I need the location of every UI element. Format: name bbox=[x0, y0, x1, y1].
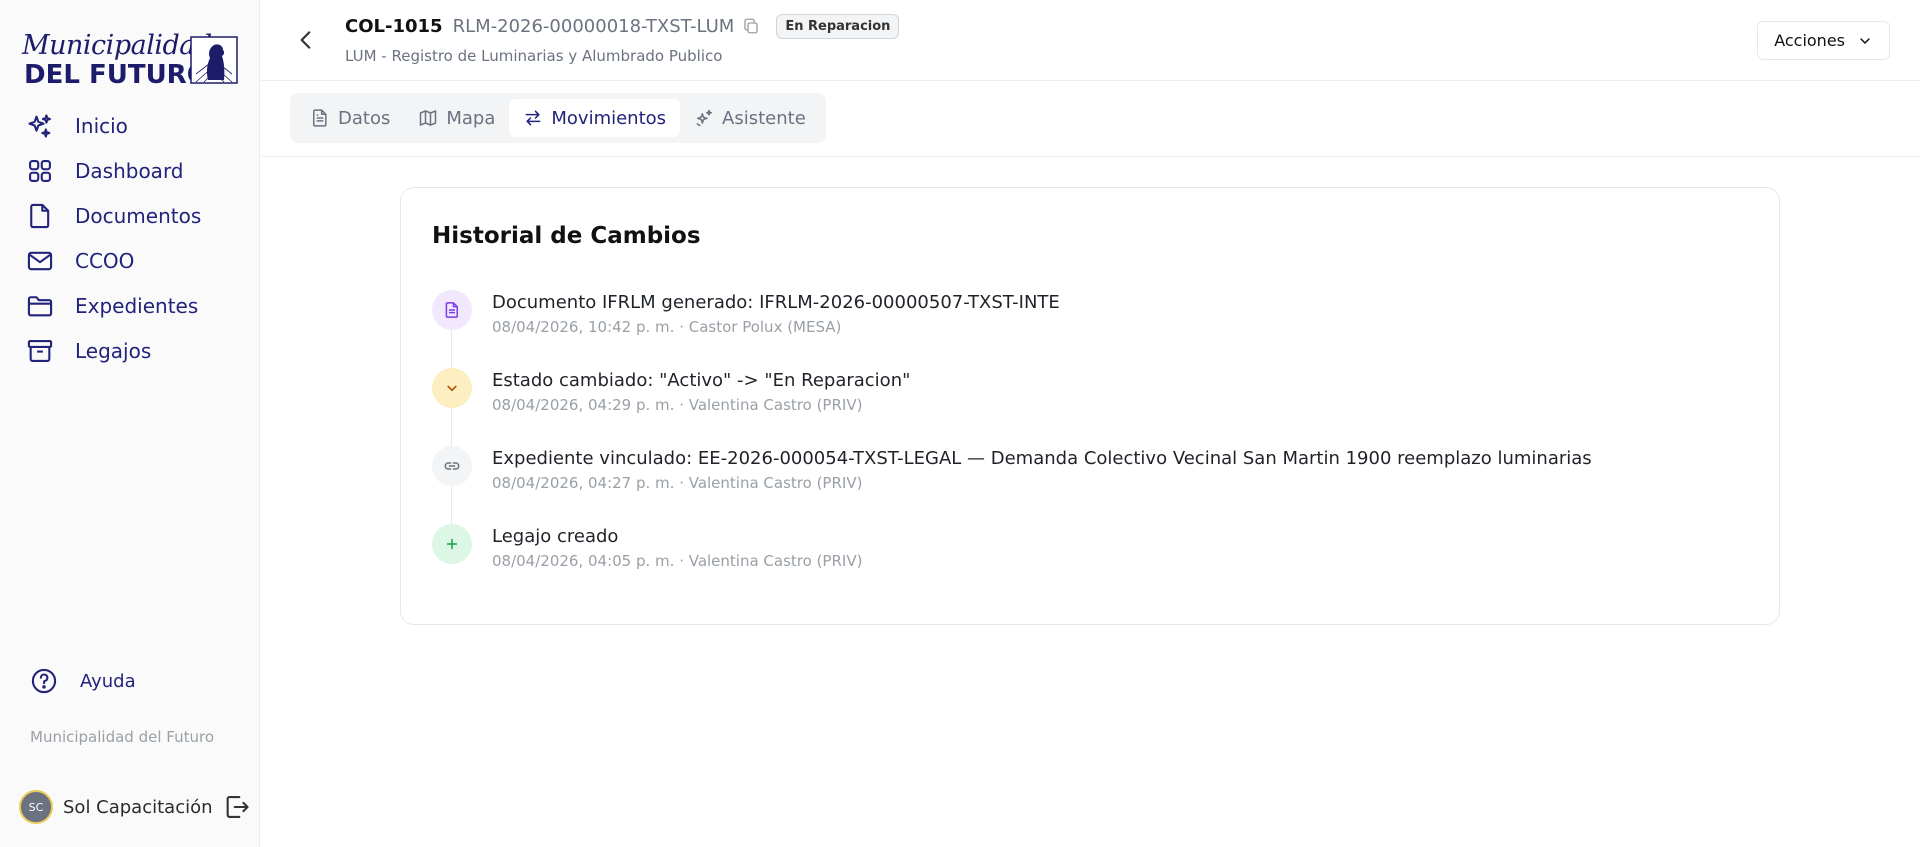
event-title: Legajo creado bbox=[492, 526, 619, 547]
tab-label: Mapa bbox=[446, 107, 496, 129]
logo-script-text: Municipalidad bbox=[22, 30, 212, 61]
event-meta: 08/04/2026, 10:42 p. m. · Castor Polux (… bbox=[492, 318, 842, 336]
chevron-down-icon bbox=[447, 385, 457, 392]
sidebar-nav: Inicio Dashboard Documentos CCOO Expedie… bbox=[0, 103, 260, 373]
tab-label: Asistente bbox=[722, 107, 806, 129]
chevron-down-icon bbox=[1860, 37, 1870, 44]
user-profile: SC Sol Capacitación bbox=[19, 790, 251, 824]
event-dot bbox=[432, 446, 472, 486]
tab-mapa[interactable]: Mapa bbox=[404, 99, 509, 137]
sidebar-item-legajos[interactable]: Legajos bbox=[0, 328, 260, 373]
sidebar-item-label: Dashboard bbox=[75, 158, 184, 183]
event-title: Estado cambiado: "Activo" -> "En Reparac… bbox=[492, 370, 911, 391]
actions-dropdown-button[interactable]: Acciones bbox=[1757, 21, 1890, 60]
sidebar-item-documentos[interactable]: Documentos bbox=[0, 193, 260, 238]
tab-asistente[interactable]: Asistente bbox=[680, 99, 820, 137]
archive-icon bbox=[27, 339, 53, 362]
actions-label: Acciones bbox=[1774, 31, 1845, 50]
history-card: Historial de Cambios Documento IFRLM gen… bbox=[400, 187, 1780, 625]
sidebar-item-ccoo[interactable]: CCOO bbox=[0, 238, 260, 283]
arrows-swap-icon bbox=[525, 110, 541, 126]
event-meta: 08/04/2026, 04:29 p. m. · Valentina Cast… bbox=[492, 396, 863, 414]
tab-label: Datos bbox=[338, 107, 391, 129]
back-button[interactable] bbox=[293, 27, 319, 53]
record-code: COL-1015 bbox=[345, 15, 443, 37]
event-dot bbox=[432, 368, 472, 408]
sidebar-item-label: Inicio bbox=[75, 113, 128, 138]
timeline-event: Expediente vinculado: EE-2026-000054-TXS… bbox=[432, 444, 1752, 504]
sidebar-item-inicio[interactable]: Inicio bbox=[0, 103, 260, 148]
sidebar-item-label: Documentos bbox=[75, 203, 202, 228]
timeline-event: Estado cambiado: "Activo" -> "En Reparac… bbox=[432, 366, 1752, 426]
sparkles-icon bbox=[696, 109, 713, 127]
tab-movimientos[interactable]: Movimientos bbox=[509, 99, 681, 137]
tab-datos[interactable]: Datos bbox=[296, 99, 404, 137]
title-row: COL-1015 RLM-2026-00000018-TXST-LUM En R… bbox=[345, 12, 900, 40]
document-icon bbox=[313, 109, 327, 127]
copy-icon[interactable] bbox=[742, 17, 760, 35]
event-title: Expediente vinculado: EE-2026-000054-TXS… bbox=[492, 448, 1592, 469]
logo-block-text: DEL FUTURO bbox=[24, 60, 209, 90]
record-header: COL-1015 RLM-2026-00000018-TXST-LUM En R… bbox=[261, 0, 1920, 81]
tabs-bar: Datos Mapa Movimientos Asistente bbox=[261, 81, 1920, 157]
municipality-logo[interactable]: Municipalidad DEL FUTURO bbox=[22, 30, 238, 90]
folder-icon bbox=[27, 295, 53, 316]
event-title: Documento IFRLM generado: IFRLM-2026-000… bbox=[492, 292, 1060, 313]
help-link[interactable]: Ayuda bbox=[30, 667, 136, 695]
plus-icon bbox=[446, 538, 458, 550]
organization-name: Municipalidad del Futuro bbox=[30, 728, 214, 746]
sidebar-item-label: Legajos bbox=[75, 338, 152, 363]
record-reference: RLM-2026-00000018-TXST-LUM bbox=[452, 15, 735, 37]
sidebar: Municipalidad DEL FUTURO Inicio Dashboar… bbox=[0, 0, 260, 847]
event-meta: 08/04/2026, 04:27 p. m. · Valentina Cast… bbox=[492, 474, 863, 492]
map-icon bbox=[420, 110, 437, 126]
sidebar-item-dashboard[interactable]: Dashboard bbox=[0, 148, 260, 193]
link-icon bbox=[444, 462, 460, 470]
tab-list: Datos Mapa Movimientos Asistente bbox=[290, 93, 826, 143]
event-dot bbox=[432, 290, 472, 330]
user-name: Sol Capacitación bbox=[63, 796, 213, 818]
event-meta: 08/04/2026, 04:05 p. m. · Valentina Cast… bbox=[492, 552, 863, 570]
mail-icon bbox=[27, 251, 53, 270]
document-icon bbox=[445, 302, 458, 318]
logo-emblem-icon bbox=[190, 36, 238, 84]
grid-icon bbox=[29, 159, 51, 182]
record-subtitle: LUM - Registro de Luminarias y Alumbrado… bbox=[345, 47, 723, 65]
tab-label: Movimientos bbox=[551, 107, 667, 129]
question-circle-icon bbox=[31, 668, 57, 694]
status-badge: En Reparacion bbox=[776, 13, 900, 39]
sidebar-item-expedientes[interactable]: Expedientes bbox=[0, 283, 260, 328]
event-dot bbox=[432, 524, 472, 564]
avatar[interactable]: SC bbox=[19, 790, 53, 824]
help-label: Ayuda bbox=[80, 670, 136, 692]
sidebar-item-label: CCOO bbox=[75, 248, 135, 273]
timeline-event: Legajo creado 08/04/2026, 04:05 p. m. · … bbox=[432, 522, 1752, 582]
sparkles-icon bbox=[28, 113, 51, 138]
timeline-event: Documento IFRLM generado: IFRLM-2026-000… bbox=[432, 288, 1752, 348]
history-title: Historial de Cambios bbox=[432, 223, 701, 249]
logout-icon[interactable] bbox=[223, 793, 251, 821]
file-icon bbox=[30, 203, 50, 228]
sidebar-item-label: Expedientes bbox=[75, 293, 199, 318]
